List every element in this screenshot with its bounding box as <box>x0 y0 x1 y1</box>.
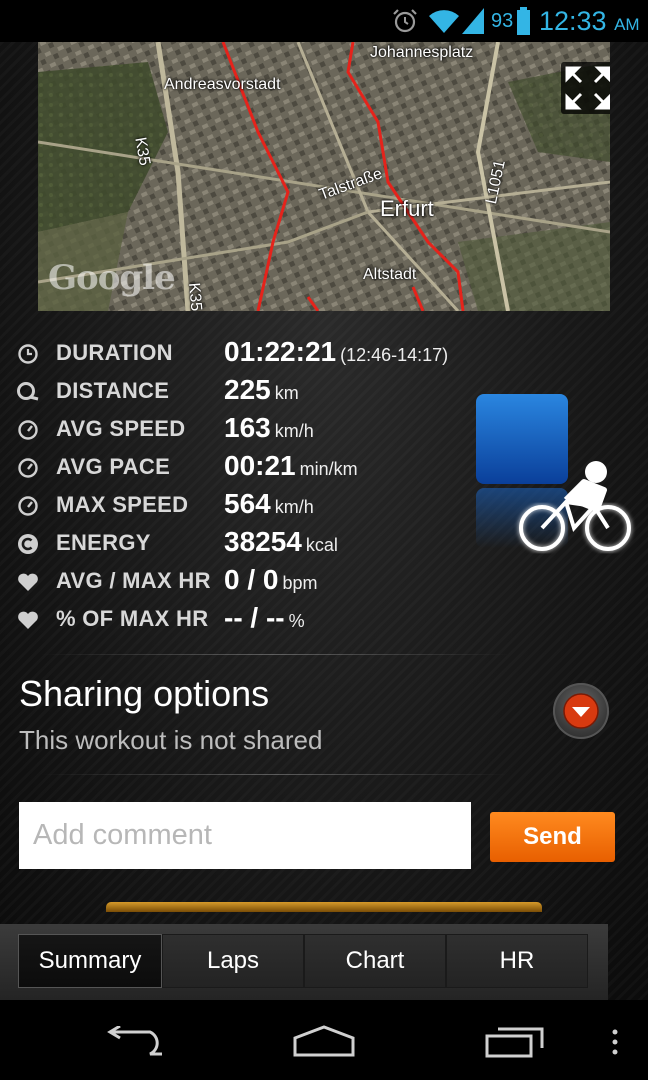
duration-value: 01:22:21 <box>224 336 337 367</box>
send-button[interactable]: Send <box>490 812 615 862</box>
max-speed-icon <box>18 496 38 516</box>
stat-value: 38254 kcal <box>224 526 338 558</box>
speed-icon <box>18 420 38 440</box>
expand-icon <box>565 66 610 110</box>
hr-unit: bpm <box>282 573 318 593</box>
fullscreen-map-button[interactable] <box>561 62 610 114</box>
heart-icon <box>18 611 38 629</box>
stat-avg-max-hr: AVG / MAX HR 0 / 0 bpm <box>16 564 486 598</box>
avg-speed-value: 163 <box>224 412 271 443</box>
tab-bar: Summary Laps Chart HR <box>0 924 608 1000</box>
home-icon[interactable] <box>292 1024 356 1058</box>
energy-icon <box>18 534 38 554</box>
tab-hr[interactable]: HR <box>446 934 588 988</box>
map-label-altstadt: Altstadt <box>363 266 417 283</box>
distance-unit: km <box>274 383 299 403</box>
energy-value: 38254 <box>224 526 302 557</box>
scroll-indicator <box>106 902 542 912</box>
duration-range: (12:46-14:17) <box>340 345 449 365</box>
status-clock: 12:33 AM <box>539 6 640 37</box>
avg-speed-unit: km/h <box>274 421 314 441</box>
stat-label: % OF MAX HR <box>56 606 209 631</box>
map-label-erfurt: Erfurt <box>380 196 434 221</box>
battery-level: 93 <box>491 10 514 32</box>
stat-label: ENERGY <box>56 530 151 555</box>
avg-max-hr-value: 0 / 0 <box>224 564 279 595</box>
stat-value: 01:22:21 (12:46-14:17) <box>224 336 448 368</box>
map-label-andreasvorstadt: Andreasvorstadt <box>164 76 281 93</box>
status-bar: 93 12:33 AM <box>0 0 648 42</box>
percent-unit: % <box>288 611 305 631</box>
stat-value: 163 km/h <box>224 412 314 444</box>
stat-percent-max-hr: % OF MAX HR -- / --% <box>16 602 486 636</box>
stat-value: -- / --% <box>224 602 305 634</box>
max-speed-value: 564 <box>224 488 271 519</box>
tab-laps[interactable]: Laps <box>162 934 304 988</box>
stat-distance: DISTANCE 225 km <box>16 374 486 408</box>
stat-value: 225 km <box>224 374 299 406</box>
workout-summary: Johannesplatz Andreasvorstadt K35 K35 Ta… <box>0 42 648 1000</box>
max-speed-unit: km/h <box>274 497 314 517</box>
avg-pace-unit: min/km <box>299 459 358 479</box>
divider <box>40 774 510 775</box>
google-logo: Google <box>48 258 176 298</box>
stat-max-speed: MAX SPEED 564 km/h <box>16 488 486 522</box>
sharing-status: This workout is not shared <box>19 725 323 755</box>
stat-label: AVG PACE <box>56 454 171 479</box>
stat-avg-speed: AVG SPEED 163 km/h <box>16 412 486 446</box>
clock-ampm: AM <box>614 15 640 34</box>
cycling-icon <box>476 394 632 552</box>
stat-value: 00:21 min/km <box>224 450 358 482</box>
stat-label: DISTANCE <box>56 378 170 403</box>
sharing-expand-button[interactable] <box>553 683 609 739</box>
divider <box>40 654 510 655</box>
heart-icon <box>18 573 38 591</box>
clock-time: 12:33 <box>539 6 607 36</box>
wifi-icon <box>429 10 459 34</box>
distance-value: 225 <box>224 374 271 405</box>
map-label-k35-bottom: K35 <box>185 282 205 311</box>
clock-icon <box>18 344 38 364</box>
back-icon[interactable] <box>106 1026 164 1058</box>
comment-input[interactable] <box>19 802 471 869</box>
stat-label: DURATION <box>56 340 173 365</box>
map-label-johannesplatz: Johannesplatz <box>370 44 474 61</box>
stat-label: MAX SPEED <box>56 492 189 517</box>
signal-icon <box>462 8 484 34</box>
stat-value: 564 km/h <box>224 488 314 520</box>
stat-label: AVG SPEED <box>56 416 186 441</box>
distance-icon <box>17 382 39 401</box>
tab-chart[interactable]: Chart <box>304 934 446 988</box>
battery-icon <box>517 7 530 35</box>
recent-apps-icon[interactable] <box>484 1024 546 1058</box>
alarm-icon <box>393 9 417 33</box>
sharing-title: Sharing options <box>19 673 270 714</box>
stat-energy: ENERGY 38254 kcal <box>16 526 486 560</box>
avg-pace-value: 00:21 <box>224 450 296 481</box>
energy-unit: kcal <box>305 535 338 555</box>
chevron-down-icon <box>563 693 599 729</box>
system-nav-bar <box>0 1000 648 1080</box>
pace-icon <box>18 458 38 478</box>
stat-label: AVG / MAX HR <box>56 568 211 593</box>
stat-avg-pace: AVG PACE 00:21 min/km <box>16 450 486 484</box>
overflow-menu-icon[interactable] <box>610 1028 620 1056</box>
route-map[interactable]: Johannesplatz Andreasvorstadt K35 K35 Ta… <box>38 42 610 311</box>
stat-duration: DURATION 01:22:21 (12:46-14:17) <box>16 336 486 370</box>
tab-summary[interactable]: Summary <box>18 934 162 988</box>
stat-value: 0 / 0 bpm <box>224 564 318 596</box>
percent-max-hr-value: -- / -- <box>224 602 285 633</box>
